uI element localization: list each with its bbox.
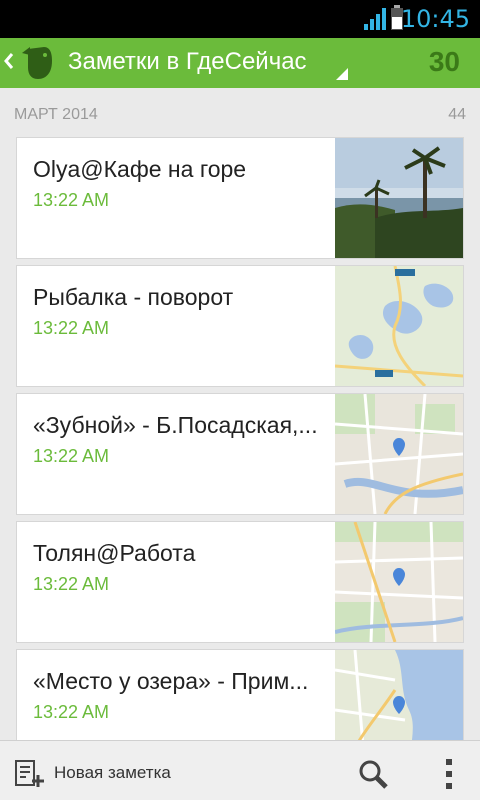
new-note-icon[interactable] xyxy=(12,759,48,789)
note-card[interactable]: Рыбалка - поворот 13:22 AM xyxy=(16,265,464,387)
search-icon[interactable] xyxy=(356,757,390,791)
note-title: «Место у озера» - Прим... xyxy=(33,668,309,694)
note-card[interactable]: Olya@Кафе на горе 13:22 AM xyxy=(16,137,464,259)
note-title: Толян@Работа xyxy=(33,540,196,566)
status-clock: 10:45 xyxy=(400,5,470,33)
note-thumbnail-map xyxy=(335,266,463,386)
note-card[interactable]: Толян@Работа 13:22 AM xyxy=(16,521,464,643)
note-thumbnail-map xyxy=(335,522,463,642)
note-count-badge: 30 xyxy=(428,46,460,77)
note-time: 13:22 AM xyxy=(33,702,110,722)
action-bar: Заметки в ГдеСейчас 30 xyxy=(0,38,480,88)
signal-icon xyxy=(364,8,386,30)
page-title[interactable]: Заметки в ГдеСейчас xyxy=(68,48,307,76)
bottom-toolbar: Новая заметка xyxy=(0,740,480,800)
section-header: МАРТ 2014 44 xyxy=(0,100,480,126)
status-bar: 10:45 xyxy=(0,0,480,38)
note-card[interactable]: «Зубной» - Б.Посадская,... 13:22 AM xyxy=(16,393,464,515)
back-chevron-icon[interactable] xyxy=(4,51,14,71)
note-thumbnail-photo xyxy=(335,138,463,258)
note-title: Рыбалка - поворот xyxy=(33,284,234,310)
overflow-menu-icon[interactable] xyxy=(444,757,454,791)
new-note-button[interactable]: Новая заметка xyxy=(54,763,171,783)
evernote-logo-icon[interactable] xyxy=(18,43,58,83)
dropdown-corner-icon xyxy=(336,68,348,80)
note-thumbnail-map xyxy=(335,394,463,514)
note-title: «Зубной» - Б.Посадская,... xyxy=(33,412,318,438)
section-count: 44 xyxy=(448,106,466,123)
note-time: 13:22 AM xyxy=(33,446,110,466)
note-time: 13:22 AM xyxy=(33,318,110,338)
note-list: Olya@Кафе на горе 13:22 AM Рыбалка - пов… xyxy=(16,137,464,777)
section-label: МАРТ 2014 xyxy=(14,106,98,123)
note-title: Olya@Кафе на горе xyxy=(33,156,247,182)
note-time: 13:22 AM xyxy=(33,190,110,210)
note-time: 13:22 AM xyxy=(33,574,110,594)
